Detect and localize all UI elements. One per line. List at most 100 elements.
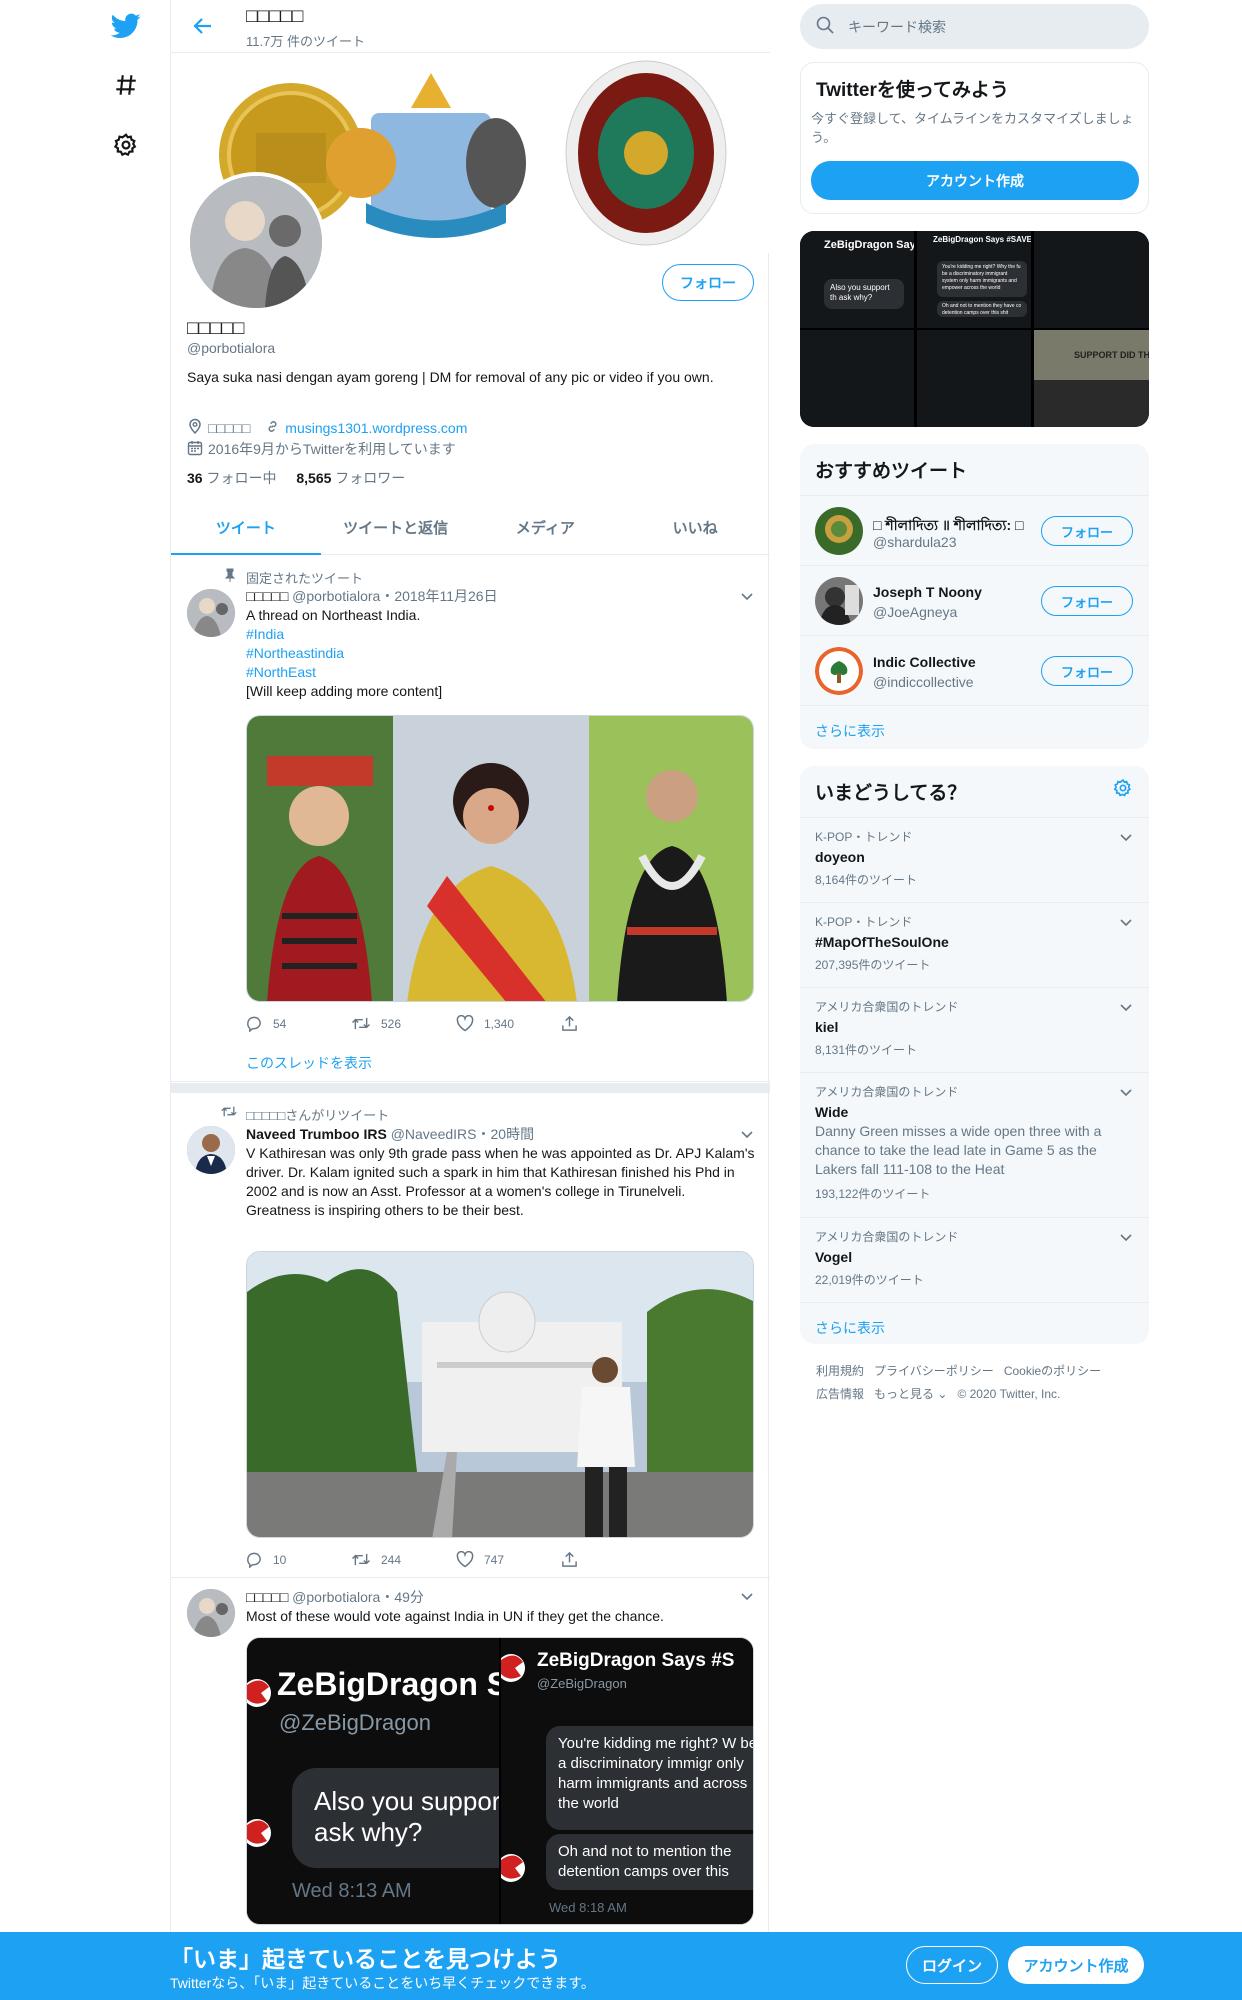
settings-gear-icon[interactable] — [105, 124, 147, 166]
suggested-user-avatar[interactable] — [815, 507, 863, 555]
trend-count: 193,122件のツイート — [815, 1187, 931, 1201]
tab-media[interactable]: メディア — [471, 500, 621, 554]
follow-button[interactable]: フォロー — [1041, 586, 1133, 616]
trend-item[interactable]: アメリカ合衆国のトレンド Vogel 22,019件のツイート — [800, 1217, 1149, 1302]
tweet-context: 固定されたツイート — [224, 568, 363, 587]
tweet-author-name[interactable]: □□□□□ — [246, 588, 288, 604]
show-thread-link[interactable]: このスレッドを表示 — [246, 1053, 372, 1073]
share-action[interactable] — [561, 1551, 666, 1568]
chevron-down-icon[interactable] — [1119, 830, 1133, 849]
suggested-user-avatar[interactable] — [815, 577, 863, 625]
follow-button[interactable]: フォロー — [1041, 656, 1133, 686]
follow-button[interactable]: フォロー — [662, 264, 754, 301]
tweet-author-handle[interactable]: @NaveedIRS — [391, 1126, 477, 1142]
profile-handle: @porbotialora — [187, 340, 276, 356]
chevron-down-icon[interactable] — [740, 589, 754, 603]
bottom-bar-title: 「いま」起きていることを見つけよう — [170, 1946, 561, 1972]
thread-separator — [171, 1083, 770, 1093]
follow-button[interactable]: フォロー — [1041, 516, 1133, 546]
media-thumb[interactable]: ZeBigDragon Say Also you support th ask … — [800, 231, 914, 328]
chevron-down-icon[interactable] — [1119, 1000, 1133, 1019]
tweet-image-grid[interactable]: ZeBigDragon S @ZeBigDragon Also you supp… — [246, 1637, 754, 1925]
media-thumb[interactable] — [917, 330, 1031, 427]
tweet-pinned[interactable]: 固定されたツイート □□□□□ @porbotialora・2018年11月26… — [171, 555, 770, 1082]
tweet-text-line: [Will keep adding more content] — [246, 683, 443, 699]
tweet-time[interactable]: ・2018年11月26日 — [380, 588, 497, 604]
suggested-user[interactable]: □ শীলাদিত্য ॥ শীলাদিত্য: □ @shardula23 フ… — [800, 495, 1149, 565]
show-more-trends-link[interactable]: さらに表示 — [800, 1302, 1149, 1344]
tweet-image[interactable] — [246, 715, 754, 1002]
profile-url-link[interactable]: musings1301.wordpress.com — [285, 420, 467, 436]
signup-button[interactable]: アカウント作成 — [1008, 1946, 1144, 1984]
tweet-avatar[interactable] — [187, 589, 235, 637]
trend-name: doyeon — [815, 849, 865, 865]
chevron-down-icon[interactable] — [1119, 1230, 1133, 1249]
like-action[interactable]: 747 — [456, 1551, 561, 1568]
create-account-button[interactable]: アカウント作成 — [811, 161, 1139, 200]
tweet-author-handle[interactable]: @porbotialora — [292, 588, 380, 604]
like-action[interactable]: 1,340 — [456, 1015, 561, 1032]
followers-stat[interactable]: 8,565 フォロワー — [296, 470, 405, 486]
profile-avatar[interactable] — [186, 172, 326, 312]
tweet-time[interactable]: ・20時間 — [477, 1126, 535, 1142]
hashtag-link[interactable]: #NorthEast — [246, 664, 316, 680]
footer-terms-link[interactable]: 利用規約 — [816, 1364, 864, 1378]
footer-links: 利用規約 プライバシーポリシー Cookieのポリシー 広告情報 もっと見る ⌄… — [816, 1360, 1136, 1406]
tab-tweets[interactable]: ツイート — [171, 500, 321, 555]
tweet-avatar[interactable] — [187, 1126, 235, 1174]
chevron-down-icon[interactable] — [1119, 915, 1133, 934]
tweet-author-name[interactable]: Naveed Trumboo IRS — [246, 1126, 387, 1142]
trend-item[interactable]: K-POP・トレンド #MapOfTheSoulOne 207,395件のツイー… — [800, 902, 1149, 987]
pin-icon — [224, 568, 236, 585]
screenshot-image-2[interactable]: ZeBigDragon Says #S @ZeBigDragon You're … — [501, 1638, 753, 1924]
tweet-author-name[interactable]: □□□□□ — [246, 1589, 288, 1605]
media-thumb[interactable] — [800, 330, 914, 427]
tweet-image[interactable] — [246, 1251, 754, 1538]
share-action[interactable] — [561, 1015, 666, 1032]
retweet-action[interactable]: 244 — [351, 1551, 456, 1568]
reply-action[interactable]: 54 — [246, 1015, 351, 1032]
retweet-action[interactable]: 526 — [351, 1015, 456, 1032]
media-thumb[interactable] — [1034, 231, 1149, 328]
chevron-down-icon[interactable] — [1119, 1085, 1133, 1104]
search-icon — [816, 16, 834, 37]
following-stat[interactable]: 36 フォロー中 — [187, 470, 276, 486]
login-button[interactable]: ログイン — [906, 1946, 998, 1984]
suggested-user[interactable]: Joseph T Noony @JoeAgneya フォロー — [800, 565, 1149, 635]
tweet-retweeted[interactable]: □□□□□さんがリツイート Naveed Trumboo IRS @Naveed… — [171, 1093, 770, 1578]
explore-hash-icon[interactable] — [105, 64, 147, 106]
tab-tweets-and-replies[interactable]: ツイートと返信 — [321, 500, 471, 554]
tweet-latest[interactable]: □□□□□ @porbotialora・49分 Most of these wo… — [171, 1579, 770, 1932]
screenshot-title: ZeBigDragon S — [277, 1666, 499, 1702]
reply-action[interactable]: 10 — [246, 1551, 351, 1568]
footer-more-link[interactable]: もっと見る ⌄ — [874, 1387, 947, 1401]
media-thumb[interactable]: SUPPORT DID THIS — [1034, 330, 1149, 427]
search-box[interactable]: キーワード検索 — [800, 4, 1149, 49]
trend-context: アメリカ合衆国のトレンド — [815, 1085, 959, 1099]
hashtag-link[interactable]: #Northeastindia — [246, 645, 344, 661]
search-input[interactable]: キーワード検索 — [848, 17, 946, 37]
twitter-logo-icon[interactable] — [105, 5, 147, 47]
chevron-down-icon[interactable] — [740, 1127, 754, 1141]
tweet-avatar[interactable] — [187, 1589, 235, 1637]
media-thumb[interactable]: ZeBigDragon Says #SAVE12 You're kidding … — [917, 231, 1031, 328]
show-more-link[interactable]: さらに表示 — [800, 705, 1149, 749]
suggested-user[interactable]: Indic Collective @indiccollective フォロー — [800, 635, 1149, 705]
settings-gear-icon[interactable] — [1113, 778, 1133, 803]
hashtag-link[interactable]: #India — [246, 626, 284, 642]
chevron-down-icon[interactable] — [740, 1589, 754, 1603]
footer-privacy-link[interactable]: プライバシーポリシー — [874, 1364, 994, 1378]
footer-cookie-link[interactable]: Cookieのポリシー — [1004, 1364, 1101, 1378]
footer-ads-link[interactable]: 広告情報 — [816, 1387, 864, 1401]
tweet-author-handle[interactable]: @porbotialora — [292, 1589, 380, 1605]
trend-item[interactable]: アメリカ合衆国のトレンド Wide Danny Green misses a w… — [800, 1072, 1149, 1217]
back-arrow-icon[interactable] — [191, 14, 215, 38]
trend-item[interactable]: K-POP・トレンド doyeon 8,164件のツイート — [800, 817, 1149, 902]
tweet-time[interactable]: ・49分 — [380, 1589, 424, 1605]
suggested-user-avatar[interactable] — [815, 647, 863, 695]
tab-likes[interactable]: いいね — [620, 500, 770, 554]
dragon-avatar-icon — [247, 1679, 271, 1707]
screenshot-image-1[interactable]: ZeBigDragon S @ZeBigDragon Also you supp… — [247, 1638, 499, 1924]
trend-item[interactable]: アメリカ合衆国のトレンド kiel 8,131件のツイート — [800, 987, 1149, 1072]
like-count: 747 — [484, 1552, 505, 1567]
